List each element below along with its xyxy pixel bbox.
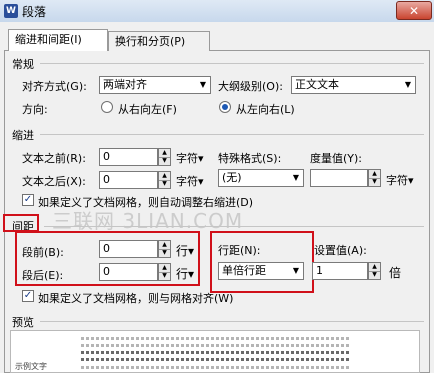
spacing-after-label: 段后(E): [22,269,64,282]
spacing-after-input[interactable]: 0 [99,263,158,281]
preview-area: 示例文字 [10,330,420,373]
indent-before-label: 文本之前(R): [22,152,86,165]
special-format-label: 特殊格式(S): [218,152,282,165]
spacing-divider [44,226,424,227]
setting-value-input[interactable]: 1 [312,262,368,280]
spacing-before-input[interactable]: 0 [99,240,158,258]
alignment-value: 两端对齐 [103,78,147,91]
setting-value-stepper[interactable]: ▲ ▼ [368,262,381,280]
watermark-text: 三联网 3LIAN.COM [52,209,244,233]
chevron-down-icon: ▼ [404,80,411,89]
setting-value-unit: 倍 [389,266,402,280]
spacing-grid-checkbox[interactable]: ✓ [22,290,34,302]
outline-level-select[interactable]: 正文文本 ▼ [291,76,416,94]
arrow-down-icon[interactable]: ▼ [369,271,380,279]
indent-before-stepper[interactable]: ▲ ▼ [158,148,171,166]
dialog-title: 段落 [22,5,47,19]
indent-grid-checkbox[interactable]: ✓ [22,194,34,206]
direction-rtl-label[interactable]: 从右向左(F) [118,101,177,117]
arrow-down-icon[interactable]: ▼ [369,178,380,186]
arrow-down-icon[interactable]: ▼ [159,157,170,165]
title-bar: W 段落 ✕ [0,0,434,23]
preview-text-line [81,344,349,347]
direction-rtl-radio[interactable] [101,101,113,113]
spacing-grid-label[interactable]: 如果定义了文档网格，则与网格对齐(W) [38,290,233,306]
measure-input[interactable] [310,169,368,187]
preview-divider [40,321,424,322]
general-section-title: 常规 [12,58,34,71]
preview-text-line [81,366,349,369]
indent-divider [40,134,424,135]
tab-line-page-breaks[interactable]: 换行和分页(P) [108,31,210,51]
alignment-select[interactable]: 两端对齐 ▼ [99,76,211,94]
line-spacing-select[interactable]: 单倍行距 ▼ [218,262,304,280]
outline-level-value: 正文文本 [295,78,339,91]
indent-before-unit[interactable]: 字符▾ [176,150,204,166]
preview-text-line [81,358,349,361]
preview-text-line [81,351,349,354]
indent-before-input[interactable]: 0 [99,148,158,166]
special-format-value: (无) [222,171,242,184]
chevron-down-icon: ▼ [199,80,206,89]
indent-section-title: 缩进 [12,129,34,142]
measure-label: 度量值(Y): [310,152,363,165]
tab-indent-spacing[interactable]: 缩进和间距(I) [8,29,108,51]
direction-label: 方向: [22,103,48,116]
outline-level-label: 大纲级别(O): [218,80,283,93]
measure-unit[interactable]: 字符▾ [386,172,414,188]
line-spacing-value: 单倍行距 [222,264,266,277]
spacing-before-unit[interactable]: 行▾ [176,242,194,259]
close-button[interactable]: ✕ [396,1,432,20]
indent-after-unit[interactable]: 字符▾ [176,173,204,189]
direction-ltr-label[interactable]: 从左向右(L) [236,101,295,117]
arrow-down-icon[interactable]: ▼ [159,249,170,257]
special-format-select[interactable]: (无) ▼ [218,169,304,187]
indent-after-stepper[interactable]: ▲ ▼ [158,171,171,189]
chevron-down-icon: ▼ [292,266,299,275]
spacing-before-stepper[interactable]: ▲ ▼ [158,240,171,258]
measure-stepper[interactable]: ▲ ▼ [368,169,381,187]
preview-text-line [81,337,349,340]
general-divider [40,63,424,64]
app-icon: W [4,4,18,18]
indent-after-input[interactable]: 0 [99,171,158,189]
chevron-down-icon: ▼ [292,173,299,182]
arrow-down-icon[interactable]: ▼ [159,272,170,280]
alignment-label: 对齐方式(G): [22,80,87,93]
spacing-after-stepper[interactable]: ▲ ▼ [158,263,171,281]
preview-sample-label: 示例文字 [15,362,47,371]
arrow-down-icon[interactable]: ▼ [159,180,170,188]
preview-section-title: 预览 [12,316,34,329]
indent-after-label: 文本之后(X): [22,175,86,188]
spacing-after-unit[interactable]: 行▾ [176,265,194,282]
spacing-title-highlight [3,214,39,232]
spacing-before-label: 段前(B): [22,246,64,259]
direction-ltr-radio[interactable] [219,101,231,113]
setting-value-label: 设置值(A): [314,244,367,257]
line-spacing-label: 行距(N): [218,244,261,257]
